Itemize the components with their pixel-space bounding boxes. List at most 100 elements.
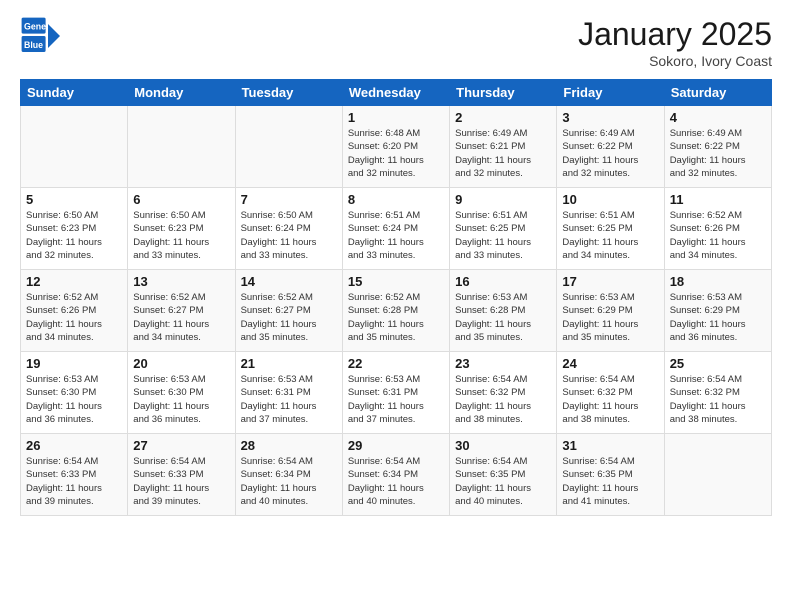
day-number: 27 (133, 438, 229, 453)
day-number: 26 (26, 438, 122, 453)
calendar-cell: 26 Sunrise: 6:54 AM Sunset: 6:33 PM Dayli… (21, 434, 128, 516)
day-number: 3 (562, 110, 658, 125)
day-info: Sunrise: 6:48 AM Sunset: 6:20 PM Dayligh… (348, 127, 444, 180)
calendar-cell: 21 Sunrise: 6:53 AM Sunset: 6:31 PM Dayli… (235, 352, 342, 434)
day-number: 4 (670, 110, 766, 125)
svg-text:Blue: Blue (24, 40, 43, 50)
calendar-week-1: 1 Sunrise: 6:48 AM Sunset: 6:20 PM Daylig… (21, 106, 772, 188)
day-number: 11 (670, 192, 766, 207)
day-info: Sunrise: 6:54 AM Sunset: 6:32 PM Dayligh… (670, 373, 766, 426)
calendar-week-4: 19 Sunrise: 6:53 AM Sunset: 6:30 PM Dayli… (21, 352, 772, 434)
calendar-cell: 30 Sunrise: 6:54 AM Sunset: 6:35 PM Dayli… (450, 434, 557, 516)
day-info: Sunrise: 6:52 AM Sunset: 6:28 PM Dayligh… (348, 291, 444, 344)
calendar-cell: 7 Sunrise: 6:50 AM Sunset: 6:24 PM Daylig… (235, 188, 342, 270)
calendar-cell: 14 Sunrise: 6:52 AM Sunset: 6:27 PM Dayli… (235, 270, 342, 352)
day-number: 2 (455, 110, 551, 125)
calendar-cell: 29 Sunrise: 6:54 AM Sunset: 6:34 PM Dayli… (342, 434, 449, 516)
calendar-cell: 10Sunrise: 6:51 AM Sunset: 6:25 PM Dayli… (557, 188, 664, 270)
calendar-week-5: 26 Sunrise: 6:54 AM Sunset: 6:33 PM Dayli… (21, 434, 772, 516)
day-info: Sunrise: 6:54 AM Sunset: 6:33 PM Dayligh… (133, 455, 229, 508)
day-info: Sunrise: 6:54 AM Sunset: 6:35 PM Dayligh… (562, 455, 658, 508)
day-info: Sunrise: 6:50 AM Sunset: 6:24 PM Dayligh… (241, 209, 337, 262)
day-number: 20 (133, 356, 229, 371)
day-number: 18 (670, 274, 766, 289)
day-number: 12 (26, 274, 122, 289)
day-number: 6 (133, 192, 229, 207)
day-info: Sunrise: 6:54 AM Sunset: 6:33 PM Dayligh… (26, 455, 122, 508)
calendar-header-saturday: Saturday (664, 80, 771, 106)
day-number: 28 (241, 438, 337, 453)
day-number: 19 (26, 356, 122, 371)
calendar-cell (128, 106, 235, 188)
day-info: Sunrise: 6:51 AM Sunset: 6:25 PM Dayligh… (455, 209, 551, 262)
day-info: Sunrise: 6:54 AM Sunset: 6:35 PM Dayligh… (455, 455, 551, 508)
calendar-cell: 24 Sunrise: 6:54 AM Sunset: 6:32 PM Dayli… (557, 352, 664, 434)
calendar-cell (235, 106, 342, 188)
day-number: 30 (455, 438, 551, 453)
calendar-cell: 5Sunrise: 6:50 AM Sunset: 6:23 PM Daylig… (21, 188, 128, 270)
logo-svg: General Blue (20, 16, 60, 56)
calendar-cell: 15 Sunrise: 6:52 AM Sunset: 6:28 PM Dayli… (342, 270, 449, 352)
day-info: Sunrise: 6:51 AM Sunset: 6:24 PM Dayligh… (348, 209, 444, 262)
day-info: Sunrise: 6:54 AM Sunset: 6:32 PM Dayligh… (562, 373, 658, 426)
calendar-header-tuesday: Tuesday (235, 80, 342, 106)
day-info: Sunrise: 6:53 AM Sunset: 6:30 PM Dayligh… (133, 373, 229, 426)
day-info: Sunrise: 6:54 AM Sunset: 6:32 PM Dayligh… (455, 373, 551, 426)
day-info: Sunrise: 6:53 AM Sunset: 6:29 PM Dayligh… (562, 291, 658, 344)
calendar-cell: 20 Sunrise: 6:53 AM Sunset: 6:30 PM Dayli… (128, 352, 235, 434)
day-number: 17 (562, 274, 658, 289)
calendar-cell: 28 Sunrise: 6:54 AM Sunset: 6:34 PM Dayli… (235, 434, 342, 516)
day-number: 10 (562, 192, 658, 207)
calendar-cell: 2 Sunrise: 6:49 AM Sunset: 6:21 PM Daylig… (450, 106, 557, 188)
calendar-cell: 31 Sunrise: 6:54 AM Sunset: 6:35 PM Dayli… (557, 434, 664, 516)
day-number: 22 (348, 356, 444, 371)
day-number: 9 (455, 192, 551, 207)
day-number: 14 (241, 274, 337, 289)
calendar-cell: 13 Sunrise: 6:52 AM Sunset: 6:27 PM Dayli… (128, 270, 235, 352)
calendar-header-wednesday: Wednesday (342, 80, 449, 106)
day-number: 1 (348, 110, 444, 125)
day-info: Sunrise: 6:52 AM Sunset: 6:26 PM Dayligh… (670, 209, 766, 262)
day-info: Sunrise: 6:54 AM Sunset: 6:34 PM Dayligh… (241, 455, 337, 508)
calendar-cell: 4 Sunrise: 6:49 AM Sunset: 6:22 PM Daylig… (664, 106, 771, 188)
day-number: 21 (241, 356, 337, 371)
day-info: Sunrise: 6:52 AM Sunset: 6:27 PM Dayligh… (133, 291, 229, 344)
calendar-cell (21, 106, 128, 188)
calendar-cell: 19 Sunrise: 6:53 AM Sunset: 6:30 PM Dayli… (21, 352, 128, 434)
day-info: Sunrise: 6:52 AM Sunset: 6:27 PM Dayligh… (241, 291, 337, 344)
day-number: 13 (133, 274, 229, 289)
page: General Blue January 2025 Sokoro, Ivory … (0, 0, 792, 612)
day-number: 31 (562, 438, 658, 453)
calendar-table: SundayMondayTuesdayWednesdayThursdayFrid… (20, 79, 772, 516)
day-info: Sunrise: 6:50 AM Sunset: 6:23 PM Dayligh… (26, 209, 122, 262)
title-block: January 2025 Sokoro, Ivory Coast (578, 16, 772, 69)
day-number: 7 (241, 192, 337, 207)
calendar-cell: 3 Sunrise: 6:49 AM Sunset: 6:22 PM Daylig… (557, 106, 664, 188)
day-number: 25 (670, 356, 766, 371)
calendar-cell: 17 Sunrise: 6:53 AM Sunset: 6:29 PM Dayli… (557, 270, 664, 352)
calendar-cell: 27 Sunrise: 6:54 AM Sunset: 6:33 PM Dayli… (128, 434, 235, 516)
day-info: Sunrise: 6:49 AM Sunset: 6:21 PM Dayligh… (455, 127, 551, 180)
calendar-header-friday: Friday (557, 80, 664, 106)
calendar-cell (664, 434, 771, 516)
calendar-cell: 1 Sunrise: 6:48 AM Sunset: 6:20 PM Daylig… (342, 106, 449, 188)
calendar-week-3: 12 Sunrise: 6:52 AM Sunset: 6:26 PM Dayli… (21, 270, 772, 352)
day-info: Sunrise: 6:49 AM Sunset: 6:22 PM Dayligh… (562, 127, 658, 180)
calendar-cell: 8 Sunrise: 6:51 AM Sunset: 6:24 PM Daylig… (342, 188, 449, 270)
calendar-cell: 23Sunrise: 6:54 AM Sunset: 6:32 PM Dayli… (450, 352, 557, 434)
day-number: 15 (348, 274, 444, 289)
day-number: 24 (562, 356, 658, 371)
day-info: Sunrise: 6:53 AM Sunset: 6:31 PM Dayligh… (241, 373, 337, 426)
day-number: 29 (348, 438, 444, 453)
day-info: Sunrise: 6:52 AM Sunset: 6:26 PM Dayligh… (26, 291, 122, 344)
day-info: Sunrise: 6:53 AM Sunset: 6:30 PM Dayligh… (26, 373, 122, 426)
day-number: 8 (348, 192, 444, 207)
calendar-cell: 6Sunrise: 6:50 AM Sunset: 6:23 PM Daylig… (128, 188, 235, 270)
day-info: Sunrise: 6:54 AM Sunset: 6:34 PM Dayligh… (348, 455, 444, 508)
day-info: Sunrise: 6:53 AM Sunset: 6:28 PM Dayligh… (455, 291, 551, 344)
day-info: Sunrise: 6:49 AM Sunset: 6:22 PM Dayligh… (670, 127, 766, 180)
logo: General Blue (20, 16, 60, 56)
calendar-header-thursday: Thursday (450, 80, 557, 106)
day-number: 16 (455, 274, 551, 289)
calendar-cell: 9 Sunrise: 6:51 AM Sunset: 6:25 PM Daylig… (450, 188, 557, 270)
